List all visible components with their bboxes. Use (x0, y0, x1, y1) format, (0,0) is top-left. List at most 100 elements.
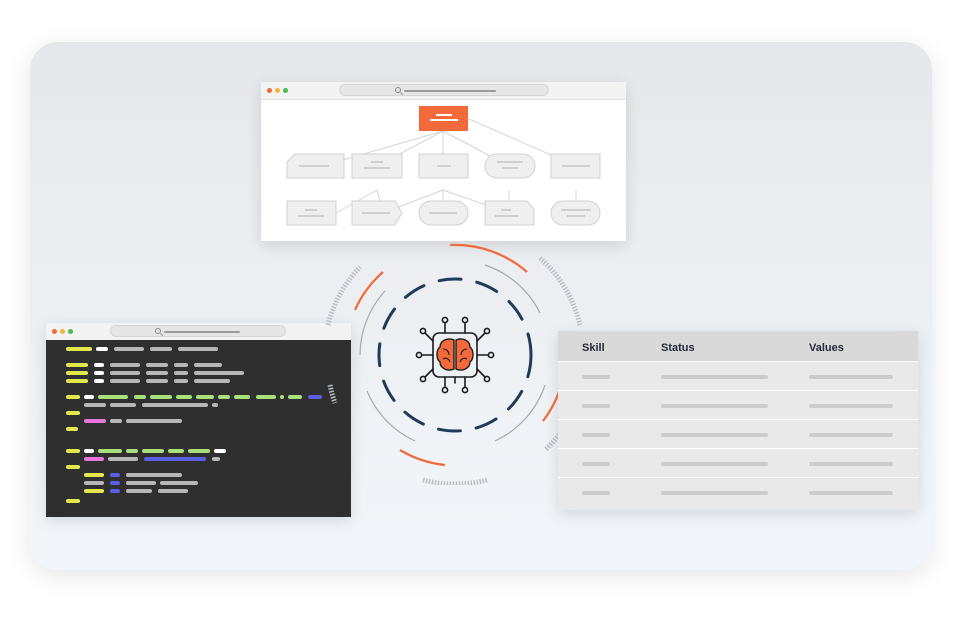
skill-cell (582, 462, 610, 466)
address-bar[interactable] (339, 84, 549, 96)
url-placeholder (404, 90, 496, 92)
code-token (84, 449, 94, 453)
table-row (558, 419, 918, 449)
code-token (288, 395, 302, 399)
root-node (419, 106, 468, 131)
code-token (218, 395, 230, 399)
code-token (144, 457, 206, 461)
code-token (110, 481, 120, 485)
close-dot[interactable] (52, 329, 57, 334)
code-token (212, 457, 220, 461)
code-token (194, 379, 230, 383)
code-token (196, 395, 214, 399)
code-token (194, 371, 244, 375)
code-token (126, 489, 152, 493)
code-token (110, 379, 140, 383)
code-token (66, 465, 80, 469)
values-cell (809, 433, 893, 437)
code-token (96, 347, 108, 351)
maximize-dot[interactable] (283, 88, 288, 93)
maximize-dot[interactable] (68, 329, 73, 334)
search-icon (155, 328, 161, 334)
code-token (110, 363, 140, 367)
code-token (94, 363, 104, 367)
code-token (66, 347, 92, 351)
code-token (66, 449, 80, 453)
code-token (94, 379, 104, 383)
code-token (158, 489, 188, 493)
code-token (66, 411, 80, 415)
column-header-values: Values (809, 342, 844, 354)
code-editor-window (46, 323, 351, 517)
code-token (256, 395, 276, 399)
skill-cell (582, 491, 610, 495)
code-token (178, 347, 218, 351)
code-token (212, 403, 218, 407)
code-token (108, 457, 138, 461)
values-cell (809, 491, 893, 495)
code-token (142, 449, 164, 453)
code-token (84, 489, 104, 493)
close-dot[interactable] (267, 88, 272, 93)
code-token (94, 371, 104, 375)
code-token (134, 395, 146, 399)
editor-window-titlebar (46, 323, 351, 341)
code-token (146, 371, 168, 375)
diagram-window-titlebar (261, 82, 626, 100)
code-token (66, 499, 80, 503)
code-token (98, 395, 128, 399)
skill-cell (582, 375, 610, 379)
code-token (126, 419, 182, 423)
code-token (84, 403, 106, 407)
code-token (126, 481, 156, 485)
table-row (558, 448, 918, 478)
table-header: Skill Status Values (558, 331, 918, 361)
values-cell (809, 375, 893, 379)
code-token (174, 363, 188, 367)
code-token (126, 473, 182, 477)
code-token (174, 379, 188, 383)
code-token (188, 449, 210, 453)
code-token (280, 395, 284, 399)
code-token (150, 347, 172, 351)
code-token (110, 489, 120, 493)
code-token (84, 419, 106, 423)
code-token (142, 403, 208, 407)
ai-core-graphic (325, 243, 583, 485)
column-header-status: Status (661, 342, 695, 354)
code-token (110, 473, 120, 477)
url-placeholder (164, 331, 240, 333)
skill-cell (582, 404, 610, 408)
status-cell (661, 462, 768, 466)
values-cell (809, 462, 893, 466)
code-token (146, 363, 168, 367)
code-token (308, 395, 322, 399)
table-row (558, 390, 918, 420)
brain-chip-icon (415, 316, 495, 394)
table-row (558, 477, 918, 507)
column-header-skill: Skill (582, 342, 605, 354)
code-area (46, 340, 351, 517)
code-token (66, 371, 88, 375)
minimize-dot[interactable] (60, 329, 65, 334)
code-token (126, 449, 138, 453)
code-token (168, 449, 184, 453)
code-token (234, 395, 250, 399)
diagram-browser-window (261, 82, 626, 241)
code-token (110, 419, 122, 423)
minimize-dot[interactable] (275, 88, 280, 93)
code-token (214, 449, 226, 453)
status-cell (661, 491, 768, 495)
skills-table: Skill Status Values (558, 331, 918, 510)
skill-cell (582, 433, 610, 437)
code-token (174, 371, 188, 375)
code-token (66, 363, 88, 367)
code-token (84, 481, 104, 485)
code-token (84, 473, 104, 477)
code-token (176, 395, 192, 399)
search-icon (395, 87, 401, 93)
status-cell (661, 433, 768, 437)
code-token (110, 403, 136, 407)
address-bar[interactable] (110, 325, 286, 337)
status-cell (661, 375, 768, 379)
